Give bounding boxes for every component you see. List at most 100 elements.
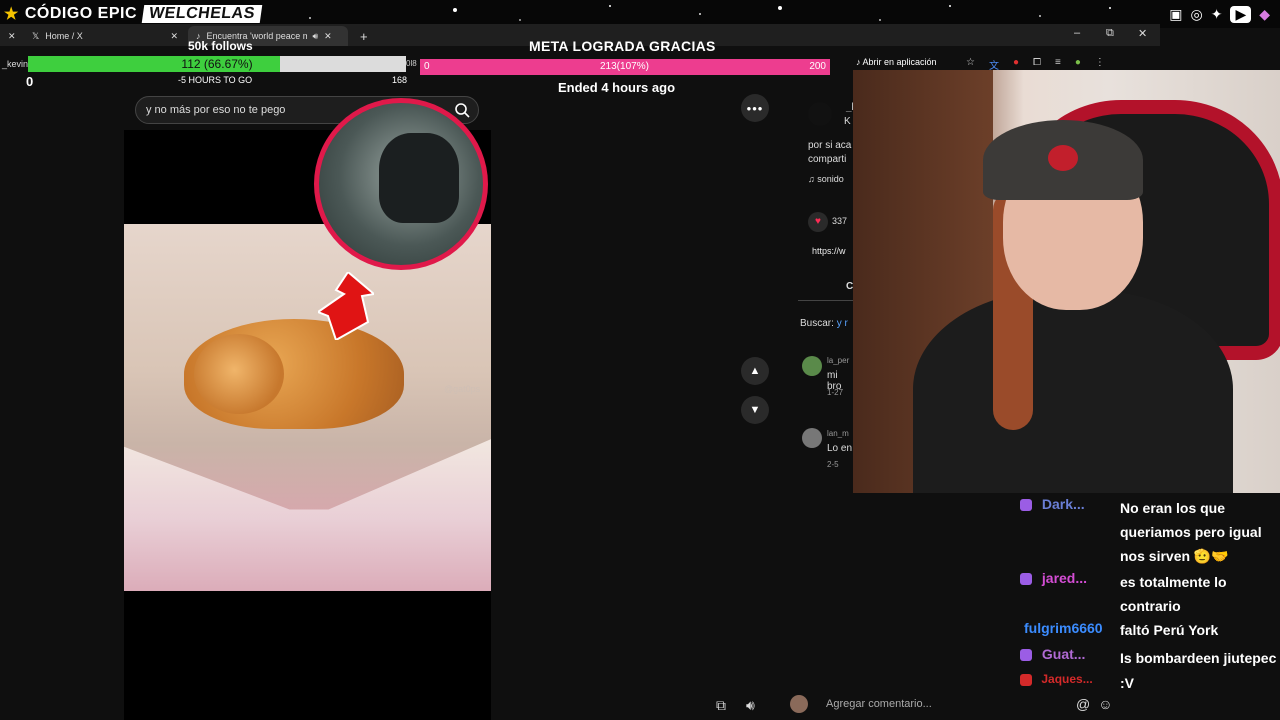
close-window-button[interactable]: ✕ (1138, 27, 1147, 40)
comment-text: Lo en (827, 443, 853, 454)
red-arrow-icon (318, 272, 374, 340)
chat-username[interactable]: Dark... (1042, 496, 1085, 512)
minimize-button[interactable]: – (1074, 27, 1080, 39)
meta-progress-bar: 0 213(107%) 200 (420, 59, 830, 75)
chat-message: Guat... (1020, 646, 1085, 662)
follows-goal-label: 50k follows (188, 39, 253, 53)
chat-text: faltó Perú York (1120, 622, 1219, 638)
cap-logo-icon (1048, 145, 1078, 171)
next-video-button[interactable]: ▼ (741, 396, 769, 424)
cat-head-image (194, 334, 284, 414)
social-icons: ▣ ◎ ✦ ▶ ◆ (1169, 6, 1270, 23)
comment-avatar[interactable] (802, 356, 822, 376)
tab-home-x[interactable]: 𝕏 Home / X ✕ (24, 26, 184, 46)
meta-start-value: 0 (424, 61, 430, 72)
brand-logo: ★ CÓDIGO EPIC WELCHELAS (4, 4, 263, 24)
meta-title: META LOGRADA GRACIAS (529, 38, 716, 54)
sound-link[interactable]: ♫ sonido (808, 174, 844, 184)
sub-badge-icon (1020, 499, 1032, 512)
chat-text: No eran los que queriamos pero igual nos… (1120, 500, 1262, 564)
follows-progress-bar: 112 (66.67%) (28, 56, 406, 72)
bits-badge-icon (1020, 673, 1032, 686)
comment-meta: 1-27 (827, 388, 844, 397)
chat-username[interactable]: Guat... (1042, 646, 1086, 662)
creator-avatar[interactable] (808, 102, 832, 126)
brand-left-text: CÓDIGO EPIC (24, 5, 138, 22)
follows-end-value: 168 (392, 75, 408, 85)
instagram-icon: ◎ (1190, 6, 1203, 22)
sound-label: sonido (817, 174, 844, 184)
star-icon: ★ (4, 6, 19, 23)
like-count: 337 (832, 216, 848, 226)
more-options-button[interactable]: ••• (741, 94, 769, 122)
comment-input-bar[interactable]: Agregar comentario... @ ☺ (790, 690, 1150, 718)
speaker-icon[interactable]: 🔊︎ (313, 31, 319, 42)
chat-text: es totalmente lo contrario (1120, 574, 1227, 614)
video-watermark: @gat0ps (444, 384, 481, 394)
buscar-label: Buscar: (800, 318, 834, 329)
anime-character-image (379, 133, 459, 223)
maximize-button[interactable]: ⧉ (1106, 27, 1114, 40)
ended-label: Ended 4 hours ago (558, 80, 676, 95)
previous-video-button[interactable]: ▲ (741, 357, 769, 385)
chat-message: fulgrim6660 (1024, 620, 1103, 636)
twitch-icon: ▣ (1169, 6, 1183, 22)
meta-progress-text: 213(107%) (600, 61, 649, 72)
creator-subtitle: K (844, 116, 851, 127)
comment-user[interactable]: la_per (827, 356, 849, 365)
emoji-icon[interactable]: ☺ (1098, 696, 1112, 712)
chat-text: Is bombardeen jiutepec :V (1120, 650, 1277, 691)
anime-inset-image (314, 98, 488, 270)
user-label: _kevin (2, 59, 29, 69)
gem-icon: ◆ (1259, 6, 1270, 22)
picture-in-picture-icon[interactable]: ⧉ (716, 697, 726, 714)
chat-username[interactable]: Jaques... (1041, 672, 1092, 686)
video-details-panel: _l K por si aca comparti ♫ sonido ♥ 337 … (798, 88, 854, 488)
tab-divider (798, 300, 854, 301)
mention-icon[interactable]: @ (1076, 696, 1090, 712)
description-line-1: por si aca (808, 140, 852, 151)
youtube-icon: ▶ (1230, 6, 1252, 23)
hours-to-go: -5 HOURS TO GO (178, 75, 253, 85)
sub-badge-icon (1020, 573, 1032, 586)
description-line-2: comparti (808, 154, 847, 165)
user-avatar (790, 695, 808, 713)
close-icon[interactable]: ✕ (324, 31, 332, 42)
twitter-icon: ✦ (1210, 6, 1223, 22)
chat-username[interactable]: jared... (1042, 570, 1087, 586)
chat-message: Dark... (1020, 496, 1085, 512)
follows-start-value: 0 (26, 74, 34, 89)
search-icon[interactable] (454, 102, 470, 118)
comment-meta: 2-5 (827, 460, 839, 469)
brand-box-text: WELCHELAS (141, 5, 263, 23)
video-bottom-letterbox (124, 591, 491, 720)
close-icon[interactable]: ✕ (170, 31, 178, 42)
sub-badge-icon (1020, 649, 1032, 662)
x-icon: 𝕏 (32, 30, 40, 41)
meta-end-value: 200 (809, 61, 826, 72)
stream-chat: Dark... No eran los que queriamos pero i… (1010, 494, 1280, 720)
tab-label: Home / X (45, 31, 83, 41)
follows-progress-text: 112 (66.67%) (181, 57, 253, 71)
partial-label: 0l8 (406, 59, 417, 68)
search-text: y no más por eso no te pego (146, 104, 286, 116)
open-in-app-button[interactable]: ♪ Abrir en aplicación (856, 57, 937, 67)
comment-user[interactable]: lan_m (827, 429, 849, 438)
chat-username[interactable]: fulgrim6660 (1024, 620, 1103, 636)
book-image (124, 433, 491, 591)
like-icon[interactable]: ♥ (808, 212, 828, 232)
chat-message: Jaques... (1020, 672, 1093, 686)
new-tab-button[interactable]: + (352, 26, 372, 46)
comment-avatar[interactable] (802, 428, 822, 448)
video-player[interactable]: @gat0ps (124, 224, 491, 591)
chat-message: jared... (1020, 570, 1087, 586)
webcam-feed (853, 70, 1280, 493)
streamer-body (913, 290, 1233, 493)
tab-close-prev[interactable]: ✕ (0, 26, 18, 46)
copy-link-field[interactable]: https://w (812, 246, 846, 256)
volume-icon[interactable]: 🔊︎ (746, 697, 755, 714)
buscar-value: y r (836, 318, 848, 329)
buscar-row[interactable]: Buscar: y r (800, 318, 848, 329)
open-in-app-label: Abrir en aplicación (862, 57, 937, 67)
comment-placeholder: Agregar comentario... (826, 698, 932, 710)
